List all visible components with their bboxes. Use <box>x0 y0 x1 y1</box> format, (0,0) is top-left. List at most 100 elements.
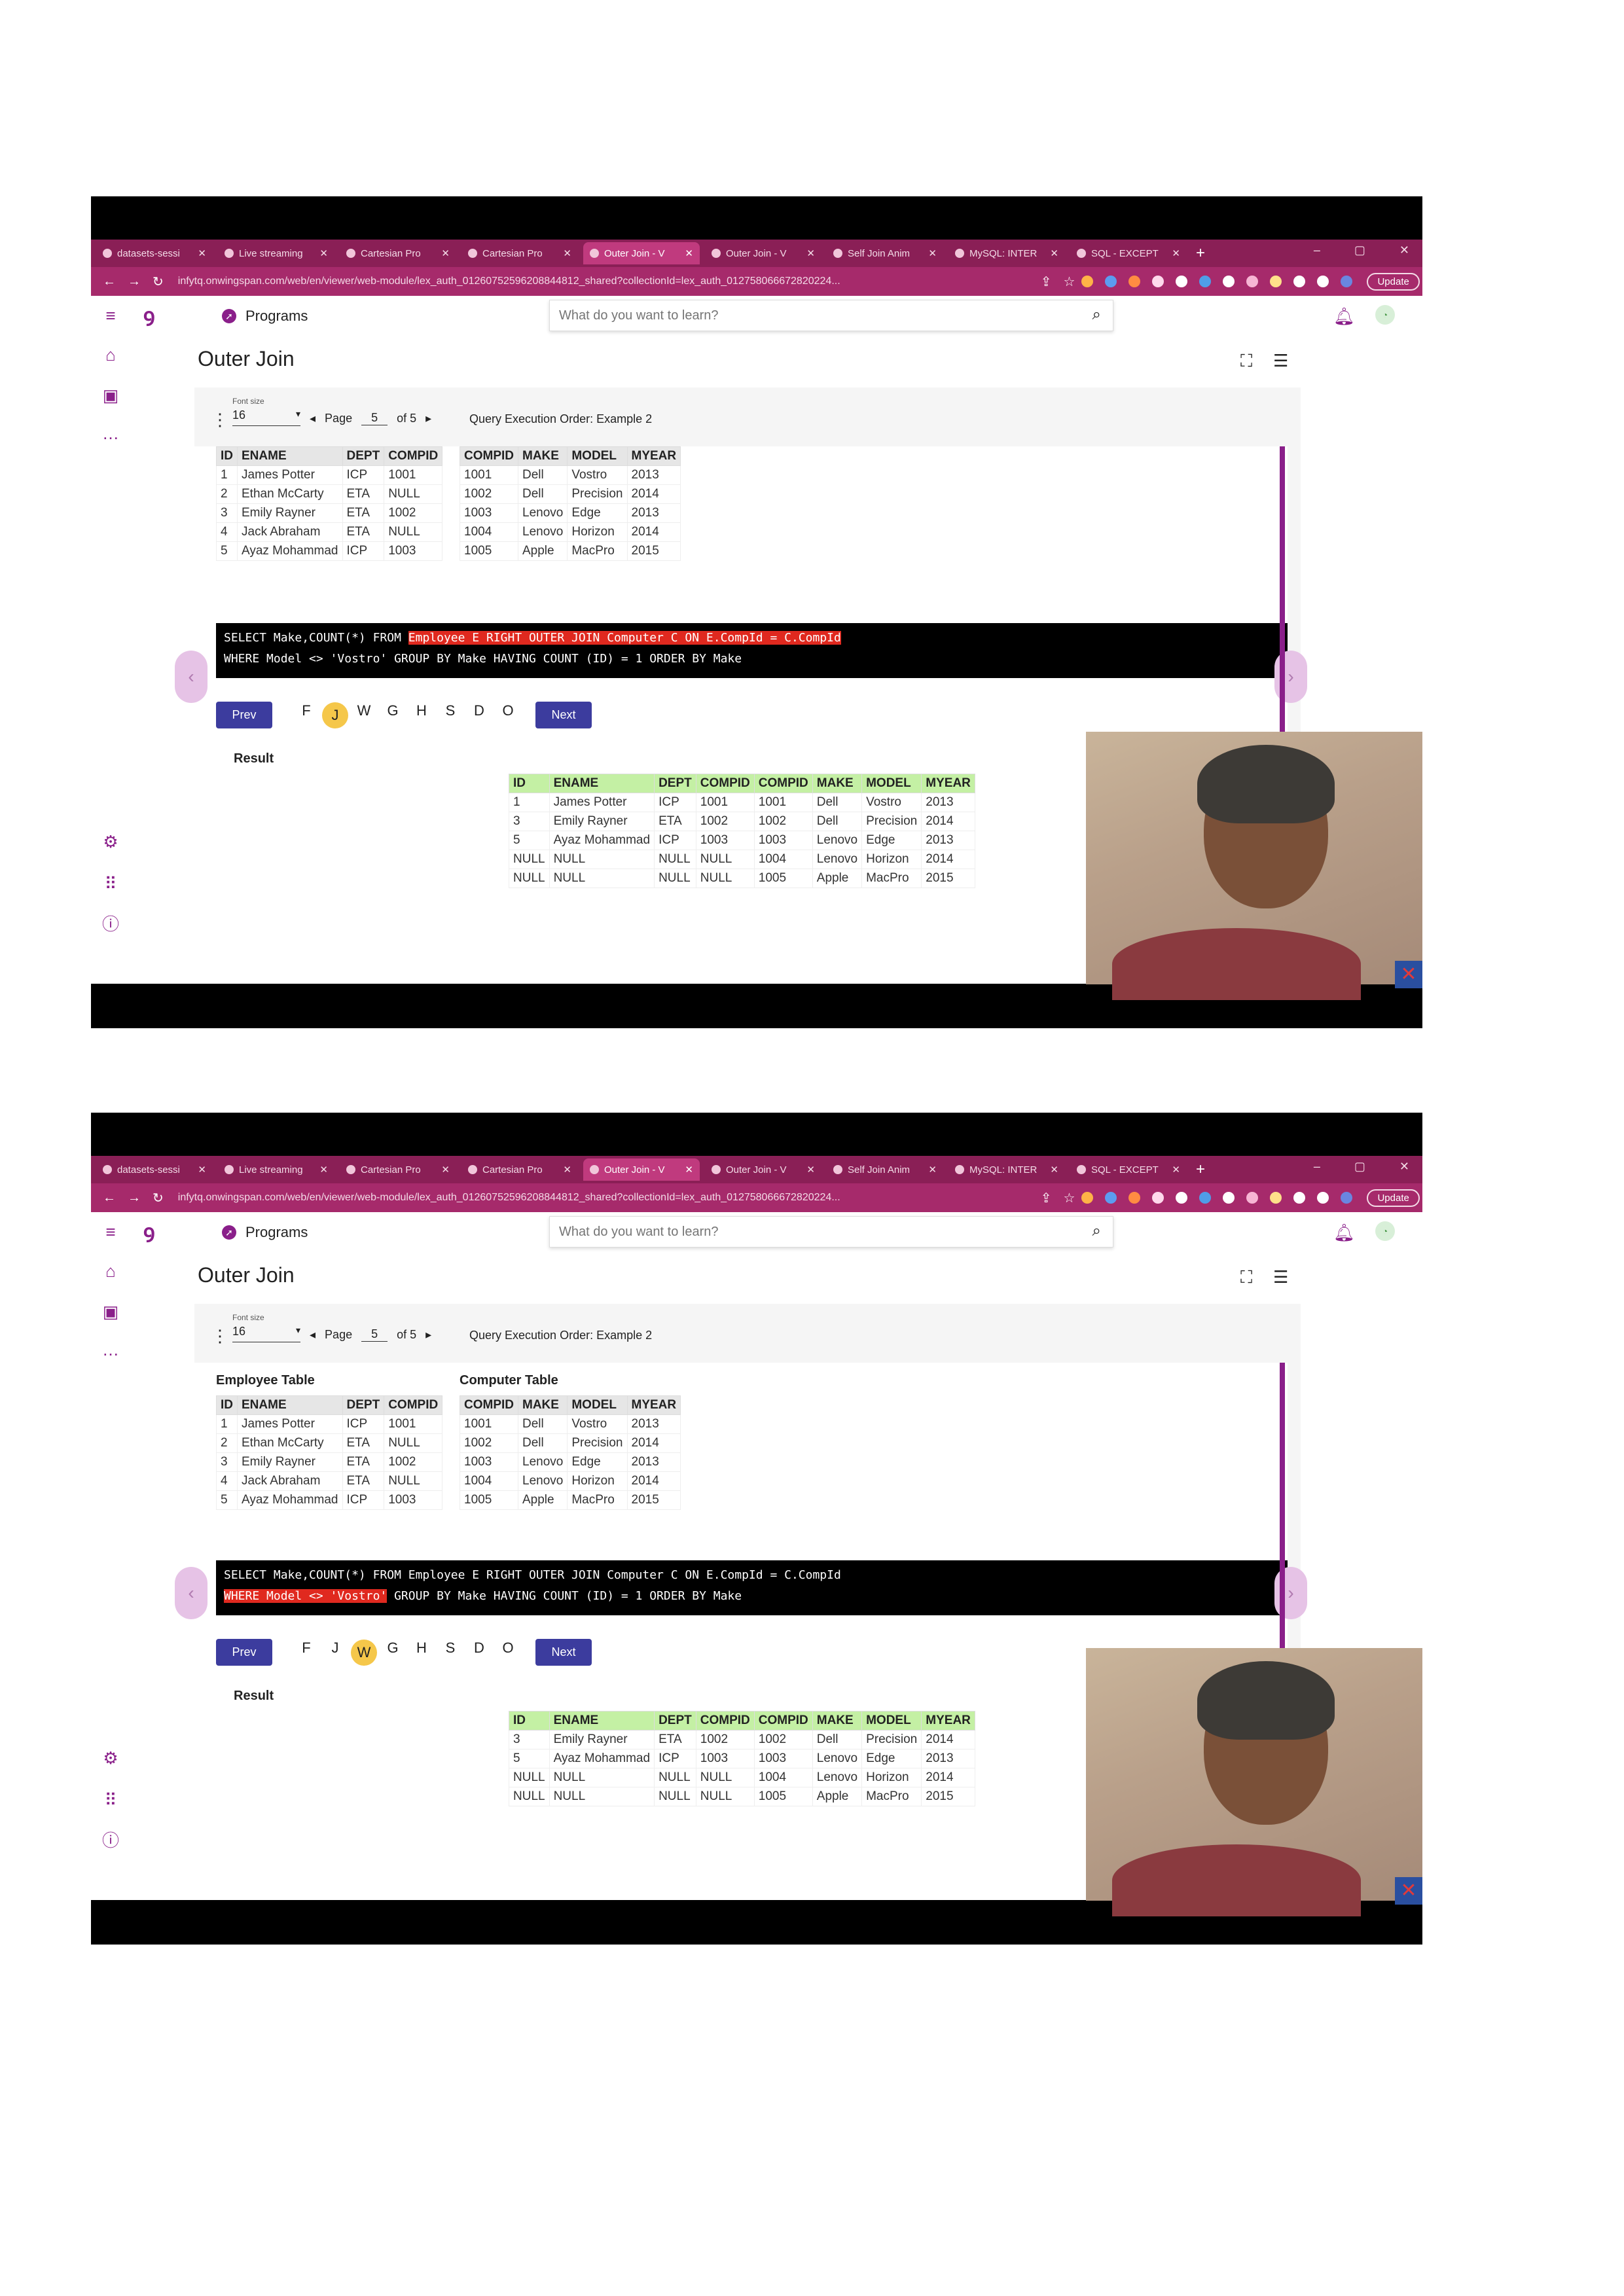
step-s[interactable]: S <box>436 1640 465 1666</box>
extension-icon[interactable] <box>1270 1192 1282 1204</box>
extension-icon[interactable] <box>1081 276 1094 287</box>
step-s[interactable]: S <box>436 702 465 728</box>
puzzle-icon[interactable] <box>1293 1192 1306 1204</box>
info-icon[interactable]: ⓘ <box>101 1831 120 1850</box>
notification-bell-icon[interactable]: 🔔︎ <box>1333 1223 1355 1243</box>
browser-tab[interactable]: Self Join Anim ✕ <box>827 242 943 264</box>
browser-tab[interactable]: Cartesian Pro ✕ <box>461 1158 578 1181</box>
home-icon[interactable]: ⌂ <box>101 346 120 364</box>
profile-icon[interactable] <box>1341 1192 1353 1204</box>
restore-icon[interactable]: ▢ <box>1354 243 1365 257</box>
new-tab-button[interactable]: + <box>1196 1160 1205 1179</box>
sidebar-icon[interactable] <box>1317 1192 1329 1204</box>
programs-link[interactable]: ➚ Programs <box>222 1224 308 1241</box>
extension-icon[interactable] <box>1176 1192 1188 1204</box>
close-tab-icon[interactable]: ✕ <box>319 1164 328 1175</box>
step-g[interactable]: G <box>378 702 407 728</box>
browser-tab[interactable]: SQL - EXCEPT ✕ <box>1070 242 1187 264</box>
close-tab-icon[interactable]: ✕ <box>1172 247 1180 259</box>
browser-tab[interactable]: Outer Join - V ✕ <box>705 1158 821 1181</box>
next-button[interactable]: Next <box>535 1639 592 1666</box>
close-tab-icon[interactable]: ✕ <box>685 247 693 259</box>
close-tab-icon[interactable]: ✕ <box>1050 1164 1058 1175</box>
extension-icon[interactable] <box>1128 276 1141 287</box>
update-button[interactable]: Update <box>1367 272 1420 291</box>
page-number-input[interactable]: 5 <box>361 1327 388 1342</box>
close-tab-icon[interactable]: ✕ <box>806 1164 815 1175</box>
step-j[interactable]: J <box>321 1640 350 1666</box>
close-tab-icon[interactable]: ✕ <box>198 247 206 259</box>
menu-icon[interactable]: ≡ <box>101 1223 120 1241</box>
prev-button[interactable]: Prev <box>216 1639 272 1666</box>
close-tab-icon[interactable]: ✕ <box>563 1164 571 1175</box>
app-logo[interactable]: ꝰ <box>143 298 180 336</box>
extension-icon[interactable] <box>1199 276 1212 287</box>
new-tab-button[interactable]: + <box>1196 244 1205 262</box>
close-webcam-icon[interactable]: ✕ <box>1395 961 1422 988</box>
extension-icon[interactable] <box>1176 276 1188 287</box>
step-h[interactable]: H <box>407 1640 436 1666</box>
extension-icon[interactable] <box>1128 1192 1141 1204</box>
step-w[interactable]: W <box>350 702 378 728</box>
fullscreen-icon[interactable]: ⛶ <box>1240 351 1252 372</box>
more-icon[interactable]: … <box>101 1340 120 1359</box>
prev-page-icon[interactable]: ◂ <box>310 1328 316 1342</box>
next-page-icon[interactable]: ▸ <box>425 412 431 425</box>
extension-icon[interactable] <box>1081 1192 1094 1204</box>
browser-tab[interactable]: MySQL: INTER ✕ <box>948 242 1065 264</box>
extension-icon[interactable] <box>1246 276 1259 287</box>
extension-icon[interactable] <box>1223 1192 1235 1204</box>
forward-icon[interactable]: → <box>128 1191 141 1206</box>
browser-tab[interactable]: datasets-sessi ✕ <box>96 242 213 264</box>
close-tab-icon[interactable]: ✕ <box>685 1164 693 1175</box>
minimize-icon[interactable]: – <box>1314 243 1320 257</box>
extension-icon[interactable] <box>1152 276 1164 287</box>
prev-slide-arrow[interactable]: ‹ <box>175 651 208 703</box>
avatar[interactable]: ◔ <box>1375 1221 1395 1241</box>
close-tab-icon[interactable]: ✕ <box>563 247 571 259</box>
app-logo[interactable]: ꝰ <box>143 1215 180 1253</box>
share-icon[interactable]: ⇪ <box>1041 274 1052 290</box>
reload-icon[interactable]: ↻ <box>153 274 164 290</box>
scrollbar[interactable] <box>1280 446 1285 761</box>
minimize-icon[interactable]: – <box>1314 1160 1320 1174</box>
settings-icon[interactable]: ⚙ <box>101 1749 120 1767</box>
extension-icon[interactable] <box>1105 1192 1117 1204</box>
prev-slide-arrow[interactable]: ‹ <box>175 1567 208 1619</box>
avatar[interactable]: ◔ <box>1375 305 1395 325</box>
collapse-toc-icon[interactable]: ☰ <box>1273 351 1288 371</box>
font-size-select[interactable]: 16 ▾ <box>232 408 300 426</box>
browser-tab[interactable]: Outer Join - V ✕ <box>583 242 700 264</box>
step-d[interactable]: D <box>465 702 494 728</box>
step-f[interactable]: F <box>292 702 321 728</box>
share-icon[interactable]: ⇪ <box>1041 1190 1052 1206</box>
close-webcam-icon[interactable]: ✕ <box>1395 1877 1422 1905</box>
step-j[interactable]: J <box>321 702 350 728</box>
step-o[interactable]: O <box>494 702 522 728</box>
search-input[interactable] <box>558 1217 1058 1247</box>
step-w[interactable]: W <box>350 1639 378 1666</box>
close-window-icon[interactable]: ✕ <box>1399 1160 1409 1174</box>
browser-tab[interactable]: Outer Join - V ✕ <box>583 1158 700 1181</box>
next-page-icon[interactable]: ▸ <box>425 1328 431 1342</box>
restore-icon[interactable]: ▢ <box>1354 1160 1365 1174</box>
home-icon[interactable]: ⌂ <box>101 1262 120 1280</box>
profile-icon[interactable] <box>1341 276 1353 287</box>
extension-icon[interactable] <box>1152 1192 1164 1204</box>
fullscreen-icon[interactable]: ⛶ <box>1240 1267 1252 1288</box>
extension-icon[interactable] <box>1246 1192 1259 1204</box>
search-icon[interactable]: ⌕ <box>1092 1222 1101 1240</box>
prev-page-icon[interactable]: ◂ <box>310 412 316 425</box>
close-tab-icon[interactable]: ✕ <box>441 1164 450 1175</box>
next-button[interactable]: Next <box>535 702 592 728</box>
close-tab-icon[interactable]: ✕ <box>319 247 328 259</box>
notification-bell-icon[interactable]: 🔔︎ <box>1333 306 1355 327</box>
url-field[interactable]: infytq.onwingspan.com/web/en/viewer/web-… <box>178 276 1029 287</box>
scrollbar[interactable] <box>1280 1363 1285 1677</box>
browser-tab[interactable]: SQL - EXCEPT ✕ <box>1070 1158 1187 1181</box>
browser-tab[interactable]: Cartesian Pro ✕ <box>340 242 456 264</box>
extension-icon[interactable] <box>1105 276 1117 287</box>
extension-icon[interactable] <box>1223 276 1235 287</box>
reload-icon[interactable]: ↻ <box>153 1190 164 1206</box>
close-window-icon[interactable]: ✕ <box>1399 243 1409 257</box>
